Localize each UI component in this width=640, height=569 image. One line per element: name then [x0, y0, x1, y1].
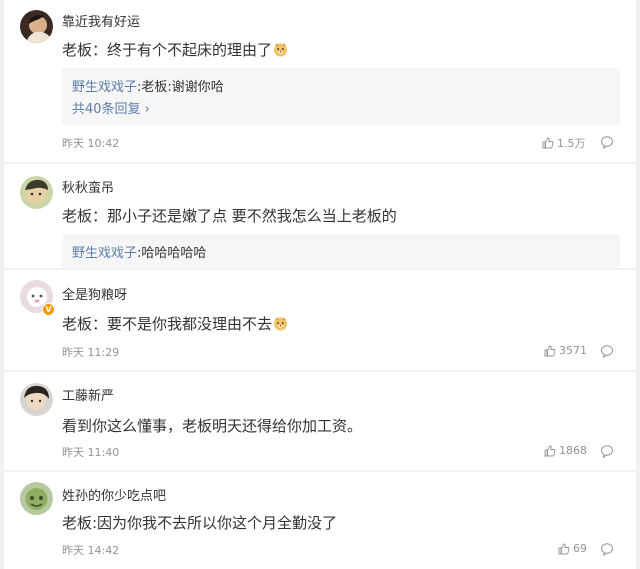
- comment-text: 老板：那小子还是嫩了点 要不然我怎么当上老板的: [62, 205, 397, 226]
- like-count: 3571: [559, 344, 587, 357]
- comment-text: 看到你这么懂事，老板明天还得给你加工资。: [62, 415, 362, 436]
- chevron-right-icon: ›: [140, 102, 150, 117]
- comment-card: V 全是狗粮呀 老板：要不是你我都没理由不去 昨天 11:29 3571: [4, 270, 636, 370]
- avatar[interactable]: [20, 10, 53, 43]
- avatar[interactable]: [20, 383, 53, 416]
- more-replies-link[interactable]: 共40条回复 ›: [72, 98, 150, 117]
- comment-bubble-icon[interactable]: [600, 444, 614, 458]
- comment-text: 老板:因为你我不去所以你这个月全勤没了: [62, 512, 337, 533]
- reply-text: 哈哈哈哈哈: [141, 246, 207, 261]
- comment-card: 工藤新严 看到你这么懂事，老板明天还得给你加工资。 昨天 11:40 1868: [4, 372, 636, 470]
- comment-text: 老板：要不是你我都没理由不去: [62, 313, 288, 334]
- like-count: 1.5万: [557, 137, 586, 150]
- reply-text: 老板:谢谢你哈: [141, 80, 224, 95]
- thumbs-up-icon: [542, 137, 554, 149]
- username[interactable]: 姓孙的你少吃点吧: [62, 485, 166, 504]
- timestamp: 昨天 11:40: [62, 446, 120, 459]
- comment-body: 老板：要不是你我都没理由不去: [62, 315, 273, 333]
- comment-card: 靠近我有好运 老板：终于有个不起床的理由了 野生戏戏子:老板:谢谢你哈 共40条…: [4, 0, 636, 162]
- like-count: 69: [573, 542, 587, 555]
- username[interactable]: 靠近我有好运: [62, 11, 140, 30]
- avatar[interactable]: [20, 176, 53, 209]
- doge-emoji-icon: [273, 316, 288, 331]
- like-button[interactable]: 1.5万: [542, 135, 586, 151]
- timestamp: 昨天 14:42: [62, 544, 120, 557]
- comment-text: 老板：终于有个不起床的理由了: [62, 39, 288, 60]
- thumbs-up-icon: [544, 345, 556, 356]
- like-count: 1868: [559, 444, 587, 457]
- timestamp: 昨天 11:29: [62, 346, 120, 359]
- comment-bubble-icon[interactable]: [600, 542, 614, 556]
- comment-bubble-icon[interactable]: [600, 344, 614, 358]
- comment-body: 看到你这么懂事，老板明天还得给你加工资。: [62, 417, 363, 435]
- timestamp: 昨天 10:42: [62, 137, 120, 150]
- comment-card: 秋秋蛮吊 老板：那小子还是嫩了点 要不然我怎么当上老板的 野生戏戏子:哈哈哈哈哈: [4, 164, 636, 268]
- reply-username[interactable]: 野生戏戏子: [72, 80, 137, 95]
- reply-item: 野生戏戏子:老板:谢谢你哈: [72, 76, 224, 95]
- like-button[interactable]: 3571: [544, 344, 587, 357]
- reply-preview[interactable]: 野生戏戏子:哈哈哈哈哈: [62, 234, 620, 268]
- like-button[interactable]: 69: [558, 542, 587, 555]
- thumbs-up-icon: [544, 445, 556, 456]
- reply-preview[interactable]: 野生戏戏子:老板:谢谢你哈 共40条回复 ›: [62, 68, 620, 125]
- username[interactable]: 工藤新严: [62, 385, 114, 404]
- reply-username[interactable]: 野生戏戏子: [72, 246, 137, 261]
- vip-badge: V: [42, 303, 55, 316]
- like-button[interactable]: 1868: [544, 444, 587, 457]
- username[interactable]: 秋秋蛮吊: [62, 177, 114, 196]
- comment-body: 老板：那小子还是嫩了点 要不然我怎么当上老板的: [62, 207, 397, 225]
- comment-card: 姓孙的你少吃点吧 老板:因为你我不去所以你这个月全勤没了 昨天 14:42 69: [4, 472, 636, 569]
- comment-body: 老板：终于有个不起床的理由了: [62, 41, 273, 59]
- reply-item: 野生戏戏子:哈哈哈哈哈: [72, 242, 206, 261]
- comment-bubble-icon[interactable]: [600, 135, 614, 149]
- comment-feed: 靠近我有好运 老板：终于有个不起床的理由了 野生戏戏子:老板:谢谢你哈 共40条…: [0, 0, 640, 569]
- comment-body: 老板:因为你我不去所以你这个月全勤没了: [62, 514, 338, 532]
- more-replies-label: 共40条回复: [72, 102, 141, 117]
- thumbs-up-icon: [558, 543, 570, 554]
- doge-emoji-icon: [273, 42, 288, 57]
- avatar[interactable]: [20, 482, 53, 515]
- username[interactable]: 全是狗粮呀: [62, 284, 127, 303]
